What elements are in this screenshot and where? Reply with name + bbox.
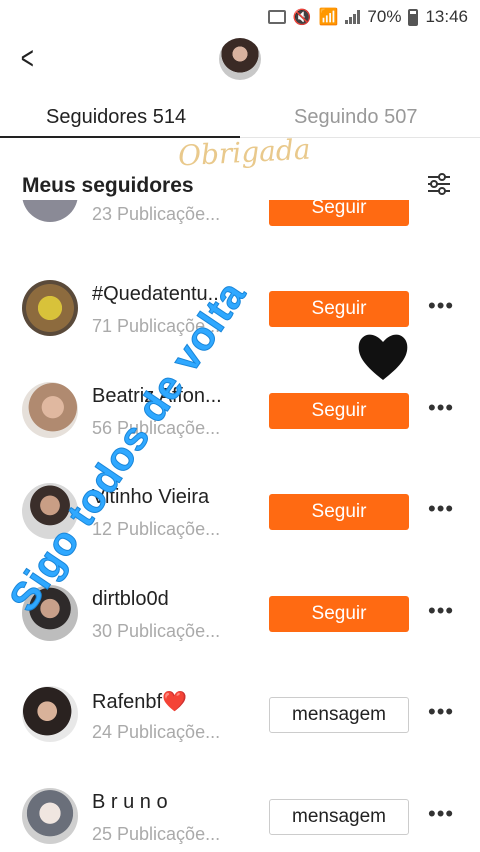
message-button[interactable]: mensagem — [269, 697, 409, 733]
tab-following[interactable]: Seguindo 507 — [294, 106, 417, 129]
battery-percent: 70% — [367, 7, 402, 26]
message-button[interactable]: mensagem — [269, 799, 409, 835]
list-item[interactable]: B r u n o 25 Publicaçõe... mensagem ••• — [0, 788, 480, 852]
more-options-icon[interactable]: ••• — [428, 395, 454, 421]
screen: { "status_bar": {"battery": "70%", "time… — [0, 0, 480, 852]
follow-button[interactable]: Seguir — [269, 291, 409, 327]
avatar — [22, 788, 78, 844]
post-count: 23 Publicaçõe... — [92, 204, 221, 224]
post-count: 24 Publicaçõe... — [92, 722, 221, 742]
follower-name: Rafenbf❤️ — [92, 691, 187, 713]
section-title: Meus seguidores — [22, 174, 194, 197]
top-nav: < — [0, 34, 480, 84]
more-options-icon[interactable]: ••• — [428, 699, 454, 725]
profile-avatar[interactable] — [219, 38, 261, 80]
follower-name: dirtblo0d — [92, 588, 169, 610]
follower-name: B r u n o — [92, 791, 168, 813]
list-item[interactable]: Rafenbf❤️ 24 Publicaçõe... mensagem ••• — [0, 686, 480, 787]
list-item[interactable]: Beatriz Affon... 56 Publicaçõe... Seguir… — [0, 382, 480, 483]
avatar — [22, 280, 78, 336]
post-count: 12 Publicaçõe... — [92, 519, 221, 539]
filter-sliders-icon[interactable] — [426, 172, 452, 196]
follow-button[interactable]: Seguir — [269, 200, 409, 226]
mute-icon: 🔇 — [292, 9, 312, 26]
more-options-icon[interactable]: ••• — [428, 598, 454, 624]
back-arrow-icon[interactable]: < — [21, 42, 34, 74]
avatar — [22, 686, 78, 742]
tab-followers[interactable]: Seguidores 514 — [46, 106, 186, 129]
signal-icon — [345, 10, 361, 24]
black-heart-icon — [358, 334, 408, 380]
obrigada-sticker: Obrigada — [177, 132, 312, 173]
post-count: 30 Publicaçõe... — [92, 621, 221, 641]
follow-button[interactable]: Seguir — [269, 393, 409, 429]
more-options-icon[interactable]: ••• — [428, 496, 454, 522]
follow-button[interactable]: Seguir — [269, 494, 409, 530]
avatar — [22, 200, 78, 222]
more-options-icon[interactable]: ••• — [428, 293, 454, 319]
avatar — [22, 382, 78, 438]
more-options-icon[interactable]: ••• — [428, 801, 454, 827]
cast-icon — [267, 10, 286, 24]
wifi-icon: 📶 — [318, 9, 339, 26]
status-bar: 🔇 📶 70% 13:46 — [0, 0, 480, 34]
follow-button[interactable]: Seguir — [269, 596, 409, 632]
tabs: Seguidores 514 Seguindo 507 — [0, 92, 480, 140]
post-count: 25 Publicaçõe... — [92, 824, 221, 844]
battery-icon — [408, 8, 419, 26]
list-item[interactable]: 23 Publicaçõe... Seguir — [0, 200, 480, 245]
list-item[interactable]: dirtblo0d 30 Publicaçõe... Seguir ••• — [0, 585, 480, 686]
clock: 13:46 — [425, 7, 468, 26]
